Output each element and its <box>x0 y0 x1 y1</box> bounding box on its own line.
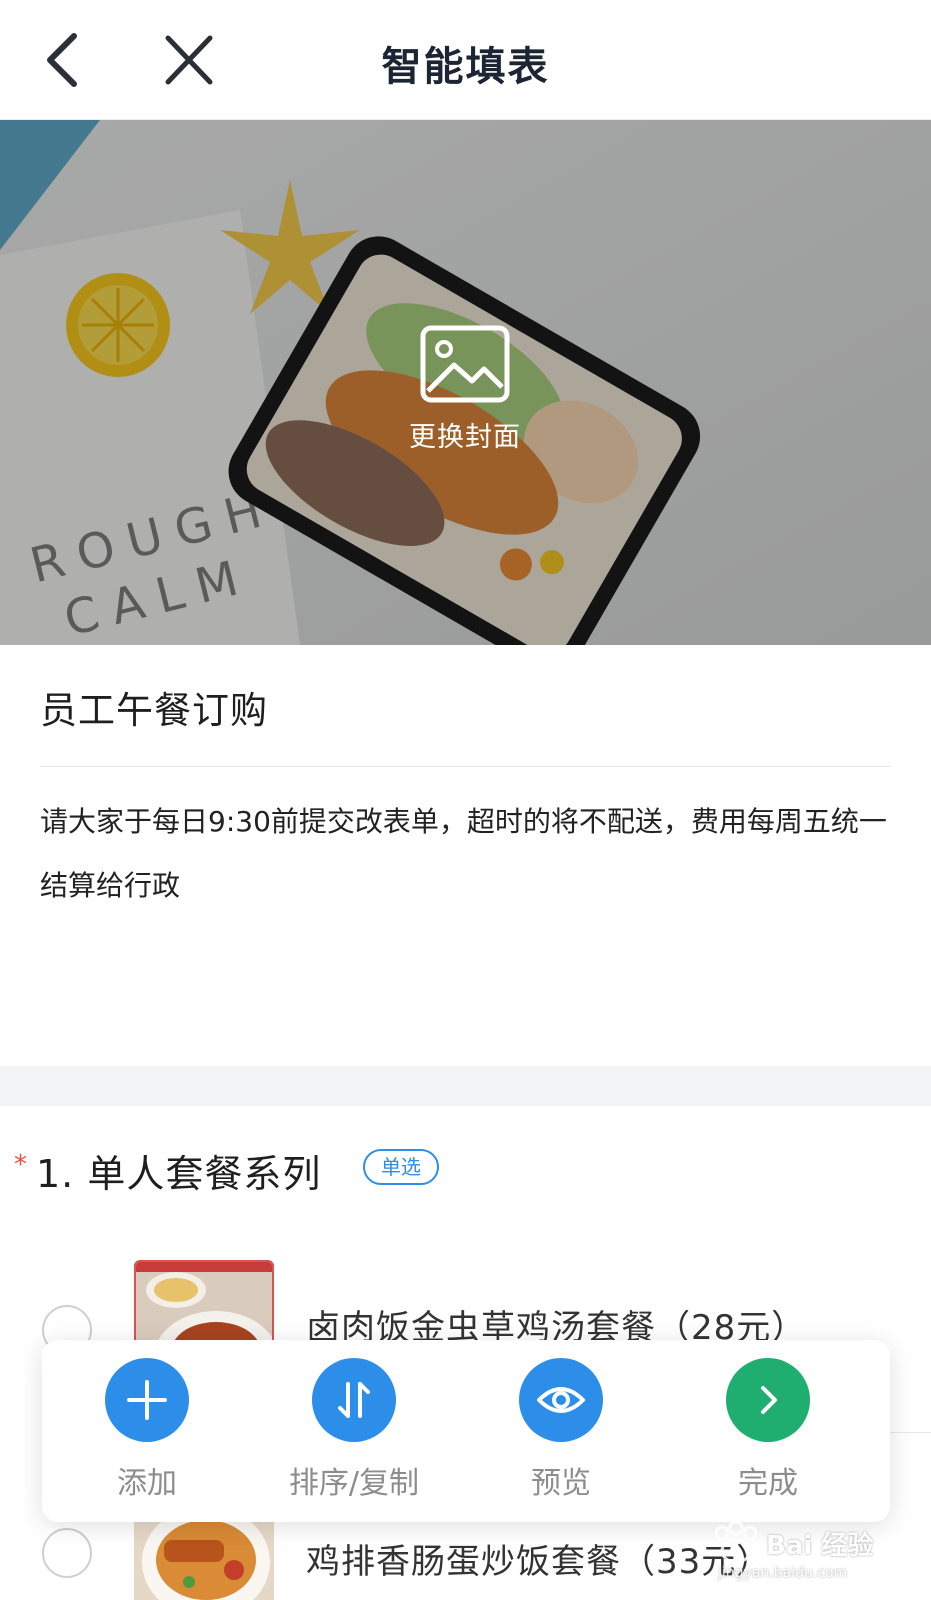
preview-button-circle <box>519 1358 603 1442</box>
add-button-circle <box>105 1358 189 1442</box>
eye-icon <box>537 1387 585 1413</box>
form-title[interactable]: 员工午餐订购 <box>40 680 268 734</box>
paw-logo-icon <box>714 1521 758 1564</box>
chevron-right-icon <box>761 1386 777 1414</box>
image-icon <box>420 325 510 403</box>
sort-icon <box>338 1382 370 1418</box>
change-cover-label: 更换封面 <box>409 422 521 453</box>
bottom-toolbar: 添加 排序/复制 预览 完成 <box>42 1340 890 1522</box>
page-title: 智能填表 <box>381 44 550 90</box>
sort-copy-label: 排序/复制 <box>288 1466 420 1501</box>
question-title[interactable]: 1. 单人套餐系列 <box>36 1143 321 1198</box>
done-label: 完成 <box>738 1466 798 1501</box>
required-mark: * <box>14 1150 27 1180</box>
done-button-circle <box>726 1358 810 1442</box>
top-bar: 智能填表 <box>0 0 931 120</box>
change-cover-button[interactable]: 更换封面 <box>395 325 535 455</box>
plus-icon <box>127 1380 167 1420</box>
done-button[interactable]: 完成 <box>683 1358 853 1508</box>
divider <box>40 766 891 767</box>
sort-button-circle <box>312 1358 396 1442</box>
cover-image[interactable]: ROUGH CALM 更换封面 <box>0 120 931 645</box>
preview-button[interactable]: 预览 <box>476 1358 646 1508</box>
watermark-url: jingyan.baidu.com <box>718 1565 848 1581</box>
add-button[interactable]: 添加 <box>62 1358 232 1508</box>
add-label: 添加 <box>117 1466 177 1501</box>
sort-copy-button[interactable]: 排序/复制 <box>269 1358 439 1508</box>
section-separator <box>0 1066 931 1106</box>
preview-label: 预览 <box>531 1466 591 1501</box>
baidu-watermark: Bai 经验 jingyan.baidu.com <box>700 1515 890 1595</box>
watermark-text: Bai 经验 <box>766 1531 874 1561</box>
single-choice-badge: 单选 <box>363 1149 439 1185</box>
form-description[interactable]: 请大家于每日9:30前提交改表单，超时的将不配送，费用每周五统一结算给行政 <box>40 790 910 918</box>
radio-button[interactable] <box>42 1528 92 1578</box>
